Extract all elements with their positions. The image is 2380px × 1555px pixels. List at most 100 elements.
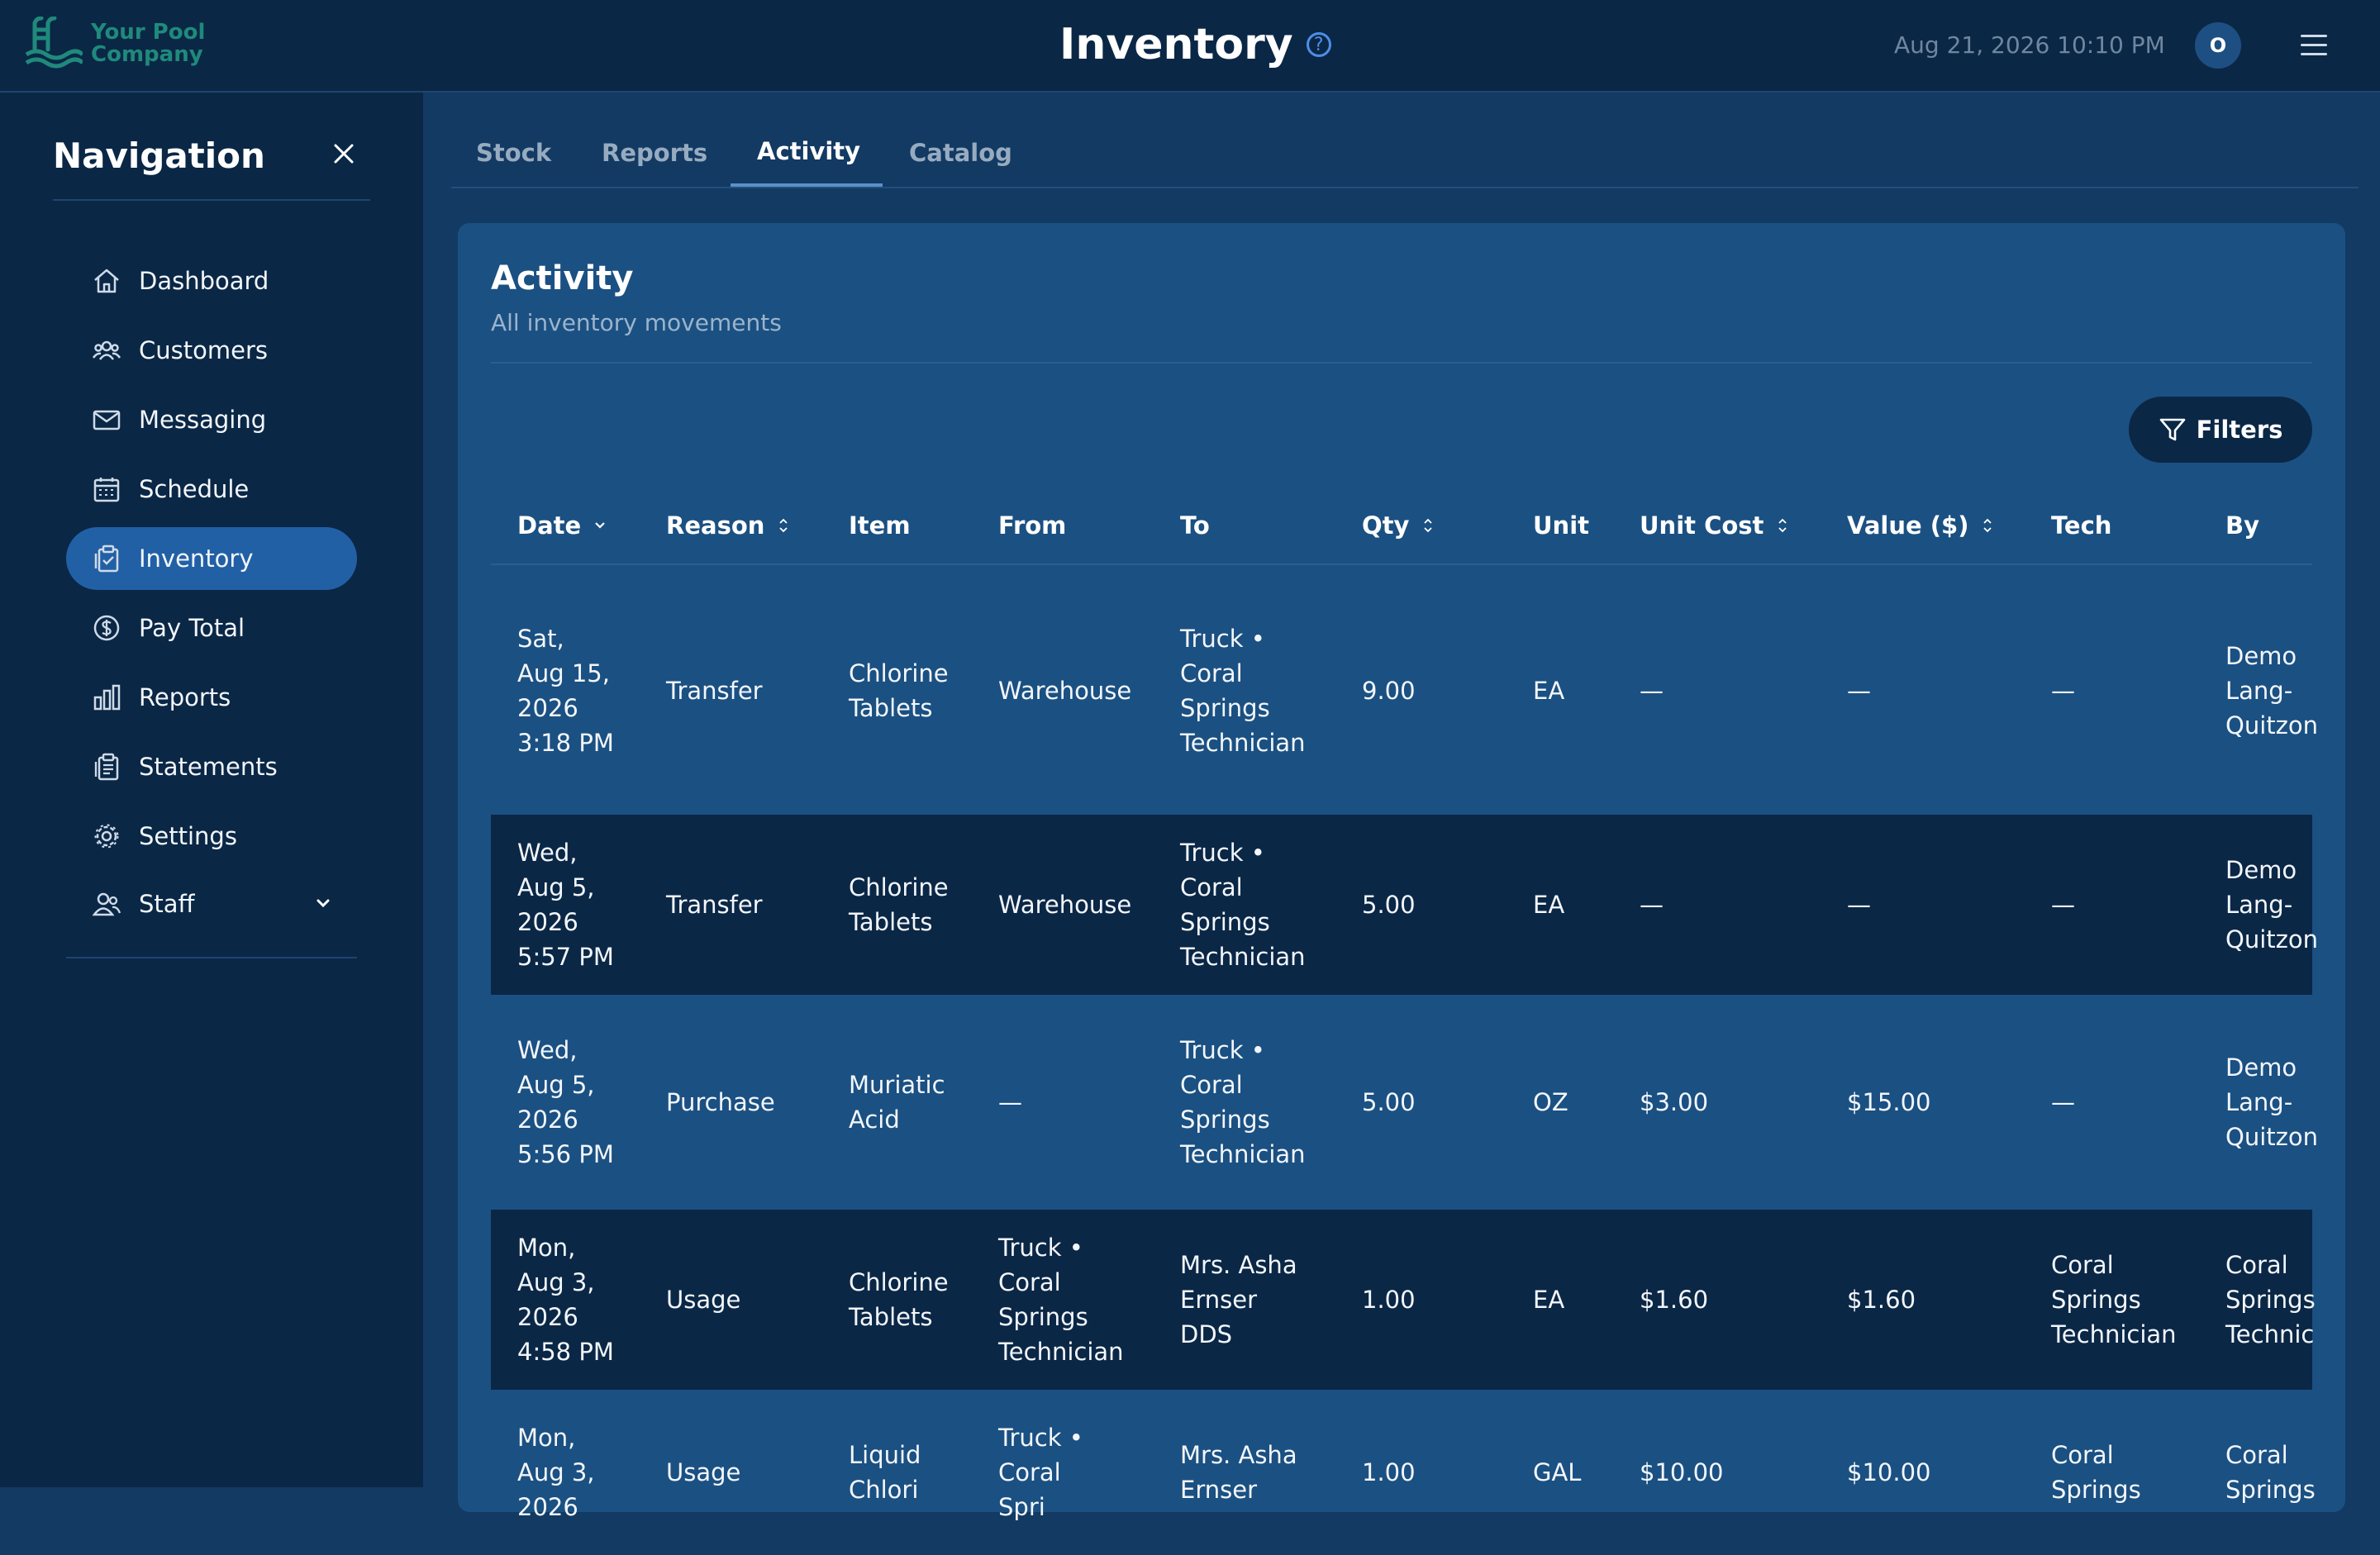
cell-line: Muriatic xyxy=(849,1071,945,1099)
cell-line: $3.00 xyxy=(1640,1088,1709,1116)
cell-line: Coral xyxy=(1180,659,1243,687)
tab-catalog[interactable]: Catalog xyxy=(909,139,1012,167)
hamburger-menu-icon[interactable] xyxy=(2301,35,2327,58)
sidebar-item-inventory[interactable]: Inventory xyxy=(66,527,357,590)
cell-item: Muriatic Acid xyxy=(849,995,945,1210)
cell-line: Warehouse xyxy=(998,891,1132,919)
cell-tech: — xyxy=(2051,815,2075,995)
cell-line: Mrs. Asha xyxy=(1180,1441,1297,1469)
cell-line: $10.00 xyxy=(1640,1458,1724,1486)
tab-reports[interactable]: Reports xyxy=(602,139,707,167)
cell-line: Wed, xyxy=(517,839,578,867)
cell-line: Lang- xyxy=(2225,677,2293,705)
cell-line: — xyxy=(2051,1088,2075,1116)
tab-activity[interactable]: Activity xyxy=(757,137,860,165)
sidebar-divider-bottom xyxy=(66,957,357,958)
logo-line-2: Company xyxy=(91,42,203,67)
cell-qty: 5.00 xyxy=(1362,815,1416,995)
cell-qty: 5.00 xyxy=(1362,995,1416,1210)
cell-from: Truck • Coral Springs Technician xyxy=(998,1210,1124,1390)
sidebar-item-messaging[interactable]: Messaging xyxy=(66,388,357,451)
table-row[interactable]: Mon, Aug 3, 2026 Usage Liquid Chlori Truck • Co… xyxy=(491,1390,2316,1555)
cell-line: Usage xyxy=(666,1286,741,1314)
column-header-by: By xyxy=(2225,511,2260,540)
current-datetime: Aug 21, 2026 10:10 PM xyxy=(1894,31,2165,59)
table-row[interactable]: Sat, Aug 15, 2026 3:18 PM Transfer Chlorine Ta… xyxy=(491,567,2318,815)
sidebar-item-schedule[interactable]: Schedule xyxy=(66,458,357,521)
cell-line: Coral xyxy=(998,1458,1061,1486)
cell-qty: 9.00 xyxy=(1362,567,1416,815)
cell-line: 1.00 xyxy=(1362,1286,1416,1314)
cell-tech: — xyxy=(2051,567,2075,815)
sidebar-item-staff[interactable]: Staff xyxy=(66,873,357,935)
close-icon[interactable] xyxy=(329,139,359,169)
tab-stock[interactable]: Stock xyxy=(476,139,551,167)
column-header-unit-cost[interactable]: Unit Cost xyxy=(1640,486,1788,565)
tab-bar: Stock Reports Activity Catalog xyxy=(451,116,2359,188)
document-icon xyxy=(91,751,122,782)
card-title: Activity xyxy=(491,259,634,297)
pool-logo-icon xyxy=(25,17,83,69)
table-row[interactable]: Wed, Aug 5, 2026 5:56 PM Purchase Muriatic Aci… xyxy=(491,995,2318,1210)
sidebar-item-settings[interactable]: Settings xyxy=(66,805,357,868)
cell-line: — xyxy=(2051,677,2075,705)
cell-line: Aug 3, xyxy=(517,1268,595,1296)
page-title-group: Inventory ? xyxy=(1059,20,1331,69)
cell-line: Transfer xyxy=(666,891,763,919)
column-header-qty[interactable]: Qty xyxy=(1362,486,1434,565)
cell-line: — xyxy=(1847,891,1871,919)
filters-button[interactable]: Filters xyxy=(2129,397,2312,463)
cell-unit-cost: $1.60 xyxy=(1640,1210,1708,1390)
column-header-tech: Tech xyxy=(2051,511,2112,540)
sidebar-item-statements[interactable]: Statements xyxy=(66,735,357,798)
cell-unit-cost: $10.00 xyxy=(1640,1390,1723,1555)
cell-value: — xyxy=(1847,815,1871,995)
cell-line: Liquid xyxy=(849,1441,921,1469)
cell-line: Aug 3, xyxy=(517,1458,595,1486)
cell-line: GAL xyxy=(1533,1458,1582,1486)
cell-line: Demo xyxy=(2225,856,2297,884)
cell-line: Truck • xyxy=(998,1234,1083,1262)
cell-unit-cost: $3.00 xyxy=(1640,995,1708,1210)
chevron-down-icon[interactable] xyxy=(314,894,332,912)
cell-to: Mrs. Asha Ernser DDS xyxy=(1180,1210,1297,1390)
cell-line: 2026 xyxy=(517,908,578,936)
cell-line: — xyxy=(1640,891,1664,919)
sidebar-item-label: Settings xyxy=(139,822,237,850)
cell-line: Wed, xyxy=(517,1036,578,1064)
cell-line: Springs xyxy=(2051,1476,2141,1504)
help-icon[interactable]: ? xyxy=(1306,32,1331,57)
column-header-date[interactable]: Date xyxy=(517,486,607,565)
column-header-reason[interactable]: Reason xyxy=(666,486,789,565)
cell-line: $15.00 xyxy=(1847,1088,1931,1116)
cell-line: Coral xyxy=(2051,1251,2114,1279)
cell-reason: Transfer xyxy=(666,567,763,815)
avatar[interactable]: O xyxy=(2195,22,2241,69)
cell-to: Truck • Coral Springs Technician xyxy=(1180,815,1306,995)
cell-line: Coral xyxy=(998,1268,1061,1296)
table-row[interactable]: Wed, Aug 5, 2026 5:57 PM Transfer Chlorine Tab… xyxy=(491,815,2318,995)
column-header-value[interactable]: Value ($) xyxy=(1847,486,1993,565)
sidebar-item-customers[interactable]: Customers xyxy=(66,319,357,382)
table-row[interactable]: Mon, Aug 3, 2026 4:58 PM Usage Chlorine Tablet… xyxy=(491,1210,2316,1390)
cell-line: 9.00 xyxy=(1362,677,1416,705)
cell-to: Truck • Coral Springs Technician xyxy=(1180,567,1306,815)
cell-line: Usage xyxy=(666,1458,741,1486)
sidebar-item-pay-total[interactable]: Pay Total xyxy=(66,597,357,659)
column-header-to: To xyxy=(1180,511,1210,540)
sidebar-item-reports[interactable]: Reports xyxy=(66,666,357,729)
sort-desc-icon xyxy=(595,522,605,529)
company-logo[interactable]: Your Pool Company xyxy=(25,17,205,71)
cell-from: Warehouse xyxy=(998,567,1131,815)
dollar-icon xyxy=(91,612,122,644)
cell-unit: GAL xyxy=(1533,1390,1581,1555)
sidebar-item-dashboard[interactable]: Dashboard xyxy=(66,250,357,312)
cell-line: Chlorine xyxy=(849,1268,949,1296)
cell-line: Aug 5, xyxy=(517,873,595,901)
cell-line: EA xyxy=(1533,891,1565,919)
sidebar-item-label: Statements xyxy=(139,753,278,781)
cell-line: Truck • xyxy=(1180,625,1265,653)
column-header-unit: Unit xyxy=(1533,511,1589,540)
cell-unit-cost: — xyxy=(1640,567,1664,815)
cell-line: Lang- xyxy=(2225,1088,2293,1116)
